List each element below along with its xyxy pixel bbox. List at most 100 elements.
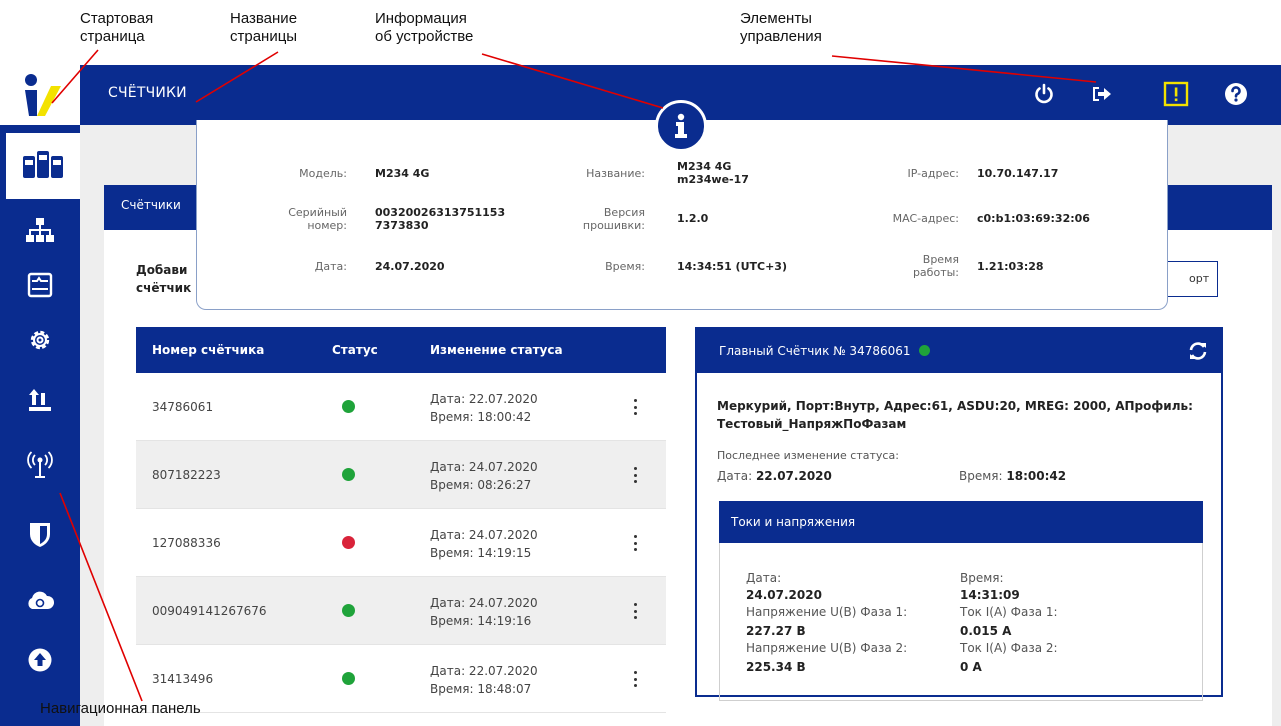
power-button[interactable] — [1030, 80, 1058, 108]
voltage-phase2: 225.34 В — [746, 660, 806, 674]
row-menu-icon[interactable] — [634, 467, 638, 483]
table-header: Номер счётчика Статус Изменение статуса — [136, 327, 666, 373]
alert-button[interactable] — [1162, 80, 1190, 108]
row-menu-icon[interactable] — [634, 671, 638, 687]
meter-number: 807182223 — [152, 468, 221, 482]
status-change: Дата: 24.07.2020 Время: 14:19:15 — [430, 528, 538, 560]
status-ok-icon — [342, 400, 355, 413]
last-change-date: Дата: 22.07.2020 — [717, 469, 832, 483]
add-meter-label[interactable]: Добави счётчик — [136, 261, 191, 297]
ip-value: 10.70.147.17 — [977, 167, 1059, 180]
logout-button[interactable] — [1088, 80, 1116, 108]
row-menu-icon[interactable] — [634, 535, 638, 551]
meter-number: 34786061 — [152, 400, 214, 414]
help-icon — [1225, 83, 1247, 105]
column-header-change: Изменение статуса — [430, 343, 563, 357]
refresh-icon[interactable] — [1187, 340, 1209, 362]
table-row[interactable]: 807182223 Дата: 24.07.2020 Время: 08:26:… — [136, 441, 666, 509]
date-label: Дата: — [314, 260, 347, 273]
uptime-value: 1.21:03:28 — [977, 260, 1044, 273]
main-meter-panel: Главный Счётчик № 34786061 Меркурий, Пор… — [695, 327, 1223, 701]
status-change: Дата: 24.07.2020 Время: 08:26:27 — [430, 460, 538, 492]
power-icon — [1035, 83, 1053, 104]
cv-time: 14:31:09 — [960, 588, 1020, 602]
device-info-button[interactable] — [655, 100, 707, 152]
status-ok-icon — [342, 604, 355, 617]
mac-value: c0:b1:03:69:32:06 — [977, 212, 1090, 225]
shield-icon — [30, 523, 50, 547]
sidebar-item-monitor[interactable] — [0, 255, 80, 315]
status-change: Дата: 24.07.2020 Время: 14:19:16 — [430, 596, 538, 628]
cv-date-label: Дата: — [746, 571, 782, 585]
currents-voltages-title: Токи и напряжения — [719, 501, 1203, 543]
sidebar-item-security[interactable] — [0, 505, 80, 565]
serial-value: 00320026313751153 7373830 — [375, 206, 506, 232]
time-label: Время: — [605, 260, 645, 273]
table-row[interactable]: 009049141267676 Дата: 24.07.2020 Время: … — [136, 577, 666, 645]
last-change-time: Время: 18:00:42 — [959, 469, 1067, 483]
meter-number: 31413496 — [152, 672, 214, 686]
sidebar-item-meters[interactable] — [6, 133, 80, 199]
column-header-number: Номер счётчика — [152, 343, 265, 357]
status-ok-icon — [342, 672, 355, 685]
annotation-page-name: Название страницы — [230, 10, 298, 45]
arrow-up-circle-icon — [28, 648, 52, 672]
antenna-icon — [27, 451, 53, 478]
sidebar-item-network[interactable] — [0, 200, 80, 260]
annotation-nav-panel: Навигационная панель — [40, 700, 201, 717]
name-label: Название: — [586, 167, 645, 180]
sidebar-item-settings[interactable] — [0, 310, 80, 370]
main-meter-title: Главный Счётчик № 34786061 — [719, 344, 911, 358]
voltage-phase2-label: Напряжение U(В) Фаза 2: — [746, 641, 908, 655]
logout-icon — [1093, 87, 1111, 101]
status-change: Дата: 22.07.2020 Время: 18:48:07 — [430, 664, 538, 696]
current-phase1-label: Ток I(A) Фаза 1: — [960, 605, 1058, 619]
status-error-icon — [342, 536, 355, 549]
page-title: СЧЁТЧИКИ — [108, 85, 187, 101]
upload-icon — [29, 389, 51, 411]
start-page-logo[interactable] — [0, 65, 80, 125]
status-change: Дата: 22.07.2020 Время: 18:00:42 — [430, 392, 538, 424]
table-row[interactable]: 31413496 Дата: 22.07.2020 Время: 18:48:0… — [136, 645, 666, 713]
cloud-icon — [28, 591, 55, 609]
main-meter-header: Главный Счётчик № 34786061 — [697, 329, 1221, 373]
sidebar-item-update[interactable] — [0, 630, 80, 690]
meters-table: Номер счётчика Статус Изменение статуса … — [136, 327, 666, 713]
row-menu-icon[interactable] — [634, 399, 638, 415]
current-phase2-label: Ток I(A) Фаза 2: — [960, 641, 1058, 655]
last-change-label: Последнее изменение статуса: — [717, 449, 899, 462]
firmware-value: 1.2.0 — [677, 212, 709, 225]
ip-label: IP-адрес: — [907, 167, 959, 180]
help-button[interactable] — [1222, 80, 1250, 108]
current-phase2: 0 A — [960, 660, 982, 674]
monitor-icon — [27, 272, 53, 298]
cv-time-label: Время: — [960, 571, 1004, 585]
serial-label: Серийный номер: — [288, 206, 347, 232]
table-row[interactable]: 34786061 Дата: 22.07.2020 Время: 18:00:4… — [136, 373, 666, 441]
navigation-panel — [0, 125, 80, 726]
meter-number: 127088336 — [152, 536, 221, 550]
annotation-device-info: Информация об устройстве — [375, 10, 474, 45]
logo-icon — [25, 74, 61, 116]
alert-icon — [1163, 81, 1189, 107]
sidebar-item-upload[interactable] — [0, 370, 80, 430]
voltage-phase1-label: Напряжение U(В) Фаза 1: — [746, 605, 908, 619]
gear-icon — [30, 330, 50, 350]
row-menu-icon[interactable] — [634, 603, 638, 619]
main-meter-description: Меркурий, Порт:Внутр, Адрес:61, ASDU:20,… — [717, 399, 1193, 431]
name-value: M234 4G m234we-17 — [677, 160, 749, 186]
meter-number: 009049141267676 — [152, 604, 267, 618]
voltage-phase1: 227.27 В — [746, 624, 806, 638]
sidebar-item-cloud[interactable] — [0, 570, 80, 630]
cv-date: 24.07.2020 — [746, 588, 822, 602]
firmware-label: Версия прошивки: — [582, 206, 645, 232]
annotation-controls: Элементы управления — [740, 10, 822, 45]
network-icon — [26, 218, 54, 242]
time-value: 14:34:51 (UTC+3) — [677, 260, 787, 273]
table-row[interactable]: 127088336 Дата: 24.07.2020 Время: 14:19:… — [136, 509, 666, 577]
model-label: Модель: — [299, 167, 347, 180]
uptime-label: Время работы: — [912, 253, 959, 279]
meters-icon — [23, 151, 63, 178]
sidebar-item-wireless[interactable] — [0, 435, 80, 495]
mac-label: MAC-адрес: — [892, 212, 959, 225]
